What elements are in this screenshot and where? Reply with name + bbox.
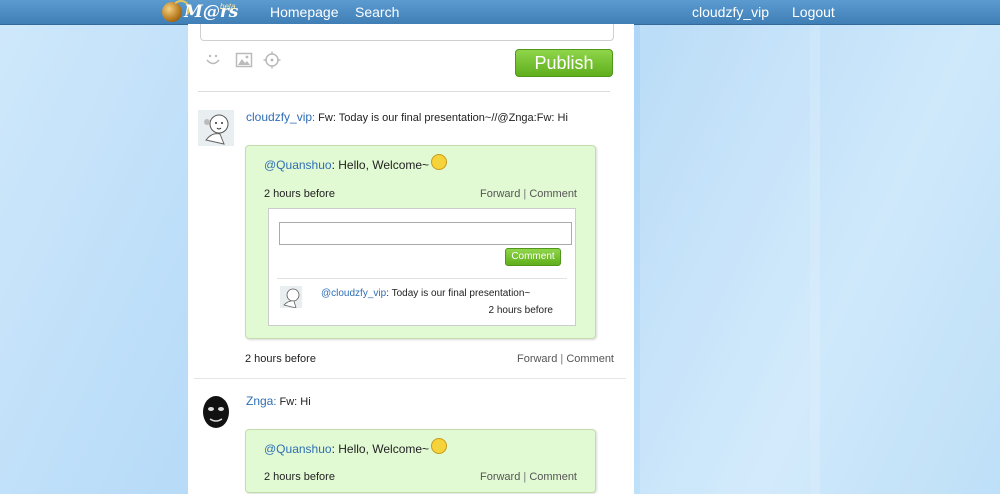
post-time: 2 hours before [245,353,316,365]
post-text: Fw: Hi [279,396,311,408]
top-nav-bar: M@rs beta Homepage Search cloudzfy_vip L… [0,0,1000,25]
action-separator: | [523,188,527,200]
repost-actions: Forward | Comment [480,188,577,200]
post-text: Fw: Today is our final presentation~//@Z… [318,112,568,124]
nav-logout-link[interactable]: Logout [792,4,835,20]
logo-beta-badge: beta [220,2,236,11]
nav-username-link[interactable]: cloudzfy_vip [692,4,769,20]
action-separator: | [523,471,527,483]
comment-panel: Comment @cloudzfy_vip: Today is our fina… [268,208,576,326]
post-divider [194,378,626,379]
post-actions: Forward | Comment [517,353,614,365]
repost-message: @Quanshuo: Hello, Welcome~ [264,438,448,458]
nav-homepage-link[interactable]: Homepage [270,4,339,20]
nav-search-link[interactable]: Search [355,4,399,20]
image-icon[interactable] [235,51,253,69]
repost-time: 2 hours before [264,471,335,483]
repost-comment-link[interactable]: Comment [529,471,577,483]
comment-text: Today is our final presentation~ [391,288,531,299]
background-stripe [640,0,820,494]
action-separator: | [560,353,564,365]
comment-avatar[interactable] [280,286,302,308]
avatar[interactable] [198,110,234,146]
comment-time: 2 hours before [488,305,554,316]
main-feed: Publish cloudzfy_vip: Fw: Today is our f… [188,24,634,494]
publish-button[interactable]: Publish [515,49,613,77]
post-author-link[interactable]: cloudzfy_vip [246,110,312,124]
comment-submit-button[interactable]: Comment [505,248,561,266]
compose-textarea[interactable] [200,24,614,41]
repost-actions: Forward | Comment [480,471,577,483]
repost-text: Hello, Welcome~ [338,158,430,172]
background-stripe [810,0,1000,494]
repost-forward-link[interactable]: Forward [480,471,520,483]
post-author-link[interactable]: Znga [246,394,273,408]
repost-card: @Quanshuo: Hello, Welcome~ 2 hours befor… [245,145,596,339]
comment-divider [277,278,567,279]
repost-author-link[interactable]: @Quanshuo [264,442,332,456]
repost-message: @Quanshuo: Hello, Welcome~ [264,154,448,174]
repost-card: @Quanshuo: Hello, Welcome~ 2 hours befor… [245,429,596,493]
post-forward-link[interactable]: Forward [517,353,557,365]
repost-time: 2 hours before [264,188,335,200]
smiley-emoticon-icon [431,438,448,454]
post-header: cloudzfy_vip: Fw: Today is our final pre… [246,110,568,124]
smiley-icon[interactable] [204,51,222,69]
repost-comment-link[interactable]: Comment [529,188,577,200]
repost-author-link[interactable]: @Quanshuo [264,158,332,172]
post-header: Znga: Fw: Hi [246,394,311,408]
comment-author-link[interactable]: @cloudzfy_vip [321,288,386,299]
smiley-emoticon-icon [431,154,448,170]
compose-divider [198,91,610,92]
repost-forward-link[interactable]: Forward [480,188,520,200]
logo[interactable]: M@rs beta [160,0,238,24]
post-comment-link[interactable]: Comment [566,353,614,365]
avatar[interactable] [198,394,234,430]
location-icon[interactable] [263,51,281,69]
comment-entry: @cloudzfy_vip: Today is our final presen… [321,288,531,299]
comment-input[interactable] [279,222,572,245]
repost-text: Hello, Welcome~ [338,442,430,456]
